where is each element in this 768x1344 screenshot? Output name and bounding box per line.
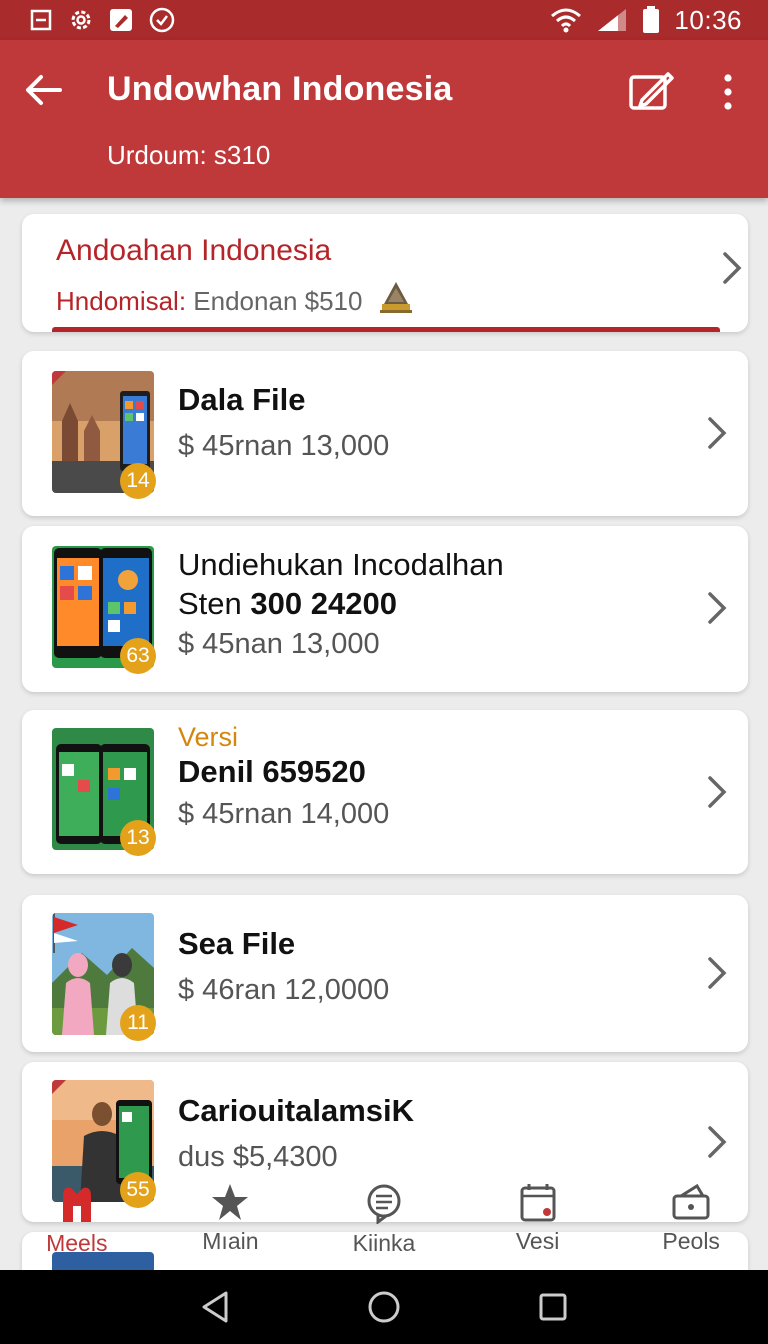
battery-icon [643,6,660,33]
status-bar: 10:36 [0,0,768,40]
item-title: Undiehukan Incodalhan [178,547,504,582]
more-options-button[interactable] [712,72,744,112]
item-title-line2-prefix: Sten [178,585,251,621]
home-icon [62,1187,91,1222]
item-title: Sea File [178,926,296,961]
item-title: CariouitalamsiK [178,1093,415,1128]
calendar-icon [520,1184,556,1222]
list-item[interactable]: 11 Sea File $ 46ran 12,0000 [22,895,748,1052]
edit-doc-icon [110,9,132,31]
wallet-icon [672,1183,710,1220]
circle-home-icon [368,1291,400,1323]
item-title-line2-number: 300 24200 [250,585,397,621]
arrow-back-icon [26,75,62,105]
chevron-right-icon [708,957,727,989]
summary-title: Andoahan Indonesia [56,234,332,267]
list-item[interactable]: 13 Versi Denil 659520 $ 45rnan 14,000 [22,710,748,874]
screen: 10:36 Undowhan Indonesia Urdoum: s310 An… [0,0,768,1344]
square-recents-icon [539,1293,567,1321]
more-vert-icon [724,74,732,110]
item-price: $ 45rnan 14,000 [178,797,390,830]
count-badge: 13 [120,820,156,856]
item-thumbnail: 11 [52,913,156,1041]
item-text: Undiehukan Incodalhan Sten 300 24200 $ 4… [178,546,504,664]
chat-icon [367,1184,401,1224]
summary-card[interactable]: Andoahan Indonesia Hndomisal: Endonan $5… [22,214,748,332]
sim-icon [30,9,52,31]
item-title: Denil 659520 [178,754,366,789]
summary-value: Endonan $510 [193,286,363,316]
count-badge: 11 [120,1005,156,1041]
settings-icon [71,10,91,30]
nav-label: Kiinka [352,1230,416,1256]
page-subtitle: Urdoum: s310 [107,140,271,170]
nav-item-kiinka[interactable]: Kiinka [307,1178,461,1270]
item-text: Sea File $ 46ran 12,0000 [178,925,389,1010]
system-recents-button[interactable] [533,1287,573,1327]
summary-label: Hndomisal: [56,286,187,316]
nav-item-peols[interactable]: Peols [614,1178,768,1270]
signal-icon [598,9,627,31]
item-title-line2: Sten 300 24200 [178,585,504,624]
chevron-right-icon [708,417,727,449]
nav-label: Mıain [202,1228,259,1254]
item-thumbnail: 63 [52,546,156,674]
temple-icon [379,282,412,313]
item-thumbnail: 13 [52,728,156,856]
item-title: Dala File [178,382,306,417]
nav-label: Peols [662,1228,720,1254]
system-back-button[interactable] [195,1287,235,1327]
triangle-back-icon [202,1291,228,1323]
item-price: dus $5,4300 [178,1140,338,1173]
bottom-navigation: Meels Mıain Kiinka Vesi Peols [0,1178,768,1270]
nav-label: Meels [46,1230,108,1256]
chevron-right-icon [708,1126,727,1158]
chevron-right-icon [708,776,727,808]
star-icon [212,1184,249,1220]
nav-item-main[interactable]: Mıain [154,1178,308,1270]
list-item[interactable]: 14 Dala File $ 45rnan 13,000 [22,351,748,516]
nav-label: Vesi [515,1228,560,1254]
nav-item-meels[interactable]: Meels [0,1178,154,1270]
item-price: $ 45rnan 13,000 [178,429,390,462]
system-navigation-bar [0,1270,768,1344]
summary-accent-bar [52,327,720,332]
status-right: 10:36 [550,5,742,36]
wifi-icon [551,8,582,33]
count-badge: 14 [120,463,156,499]
status-time: 10:36 [674,4,742,35]
edit-button[interactable] [628,70,674,112]
page-title: Undowhan Indonesia [107,70,453,108]
nav-item-vesi[interactable]: Vesi [461,1178,615,1270]
count-badge: 63 [120,638,156,674]
system-home-button[interactable] [364,1287,404,1327]
clock-check-icon [149,7,175,33]
item-thumbnail: 14 [52,371,156,499]
item-text: Versi Denil 659520 $ 45rnan 14,000 [178,722,389,834]
list-item[interactable]: 63 Undiehukan Incodalhan Sten 300 24200 … [22,526,748,692]
item-text: CariouitalamsiK dus $5,4300 [178,1092,414,1177]
back-button[interactable] [22,68,66,112]
item-text: Dala File $ 45rnan 13,000 [178,381,389,466]
edit-icon [629,72,674,110]
item-price: $ 45nan 13,000 [178,627,380,660]
app-bar: Undowhan Indonesia Urdoum: s310 [0,40,768,198]
item-price: $ 46ran 12,0000 [178,973,390,1006]
status-left [30,6,176,34]
chevron-right-icon [708,592,727,624]
chevron-right-icon [723,252,742,284]
summary-subtitle: Hndomisal: Endonan $510 [56,280,414,317]
item-kicker: Versi [178,722,239,752]
